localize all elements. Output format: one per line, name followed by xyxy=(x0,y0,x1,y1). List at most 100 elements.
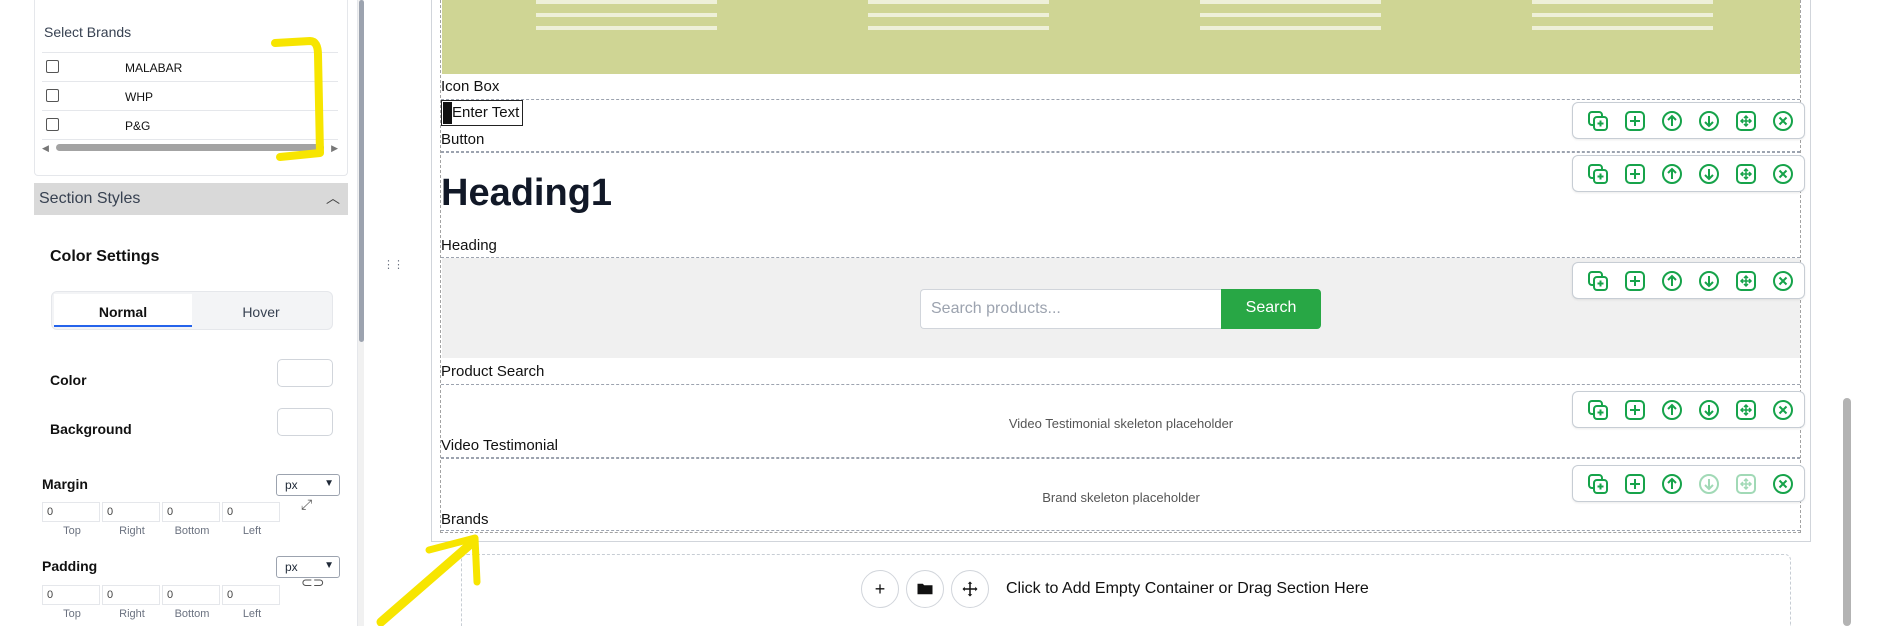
padding-top-caption: Top xyxy=(63,608,81,620)
padding-bottom-input[interactable]: 0 xyxy=(162,585,220,605)
margin-right-input[interactable]: 0 xyxy=(102,502,160,522)
add-icon[interactable] xyxy=(1622,471,1647,496)
plus-icon[interactable]: + xyxy=(861,570,899,608)
margin-inputs: 0 Top 0 Right 0 Bottom 0 Left xyxy=(42,502,282,537)
drag-move-icon[interactable] xyxy=(1733,108,1758,133)
duplicate-icon[interactable] xyxy=(1585,471,1610,496)
search-input[interactable]: Search products... xyxy=(920,289,1222,329)
tab-normal[interactable]: Normal xyxy=(54,294,192,327)
main-scrollbar[interactable] xyxy=(1840,0,1856,626)
drop-zone-text: Click to Add Empty Container or Drag Sec… xyxy=(1006,580,1369,597)
duplicate-icon[interactable] xyxy=(1585,108,1610,133)
resize-handle-icon[interactable]: ⋮⋮ xyxy=(383,258,404,271)
close-icon[interactable] xyxy=(1770,108,1795,133)
move-up-icon[interactable] xyxy=(1659,397,1684,422)
close-icon[interactable] xyxy=(1770,471,1795,496)
scroll-left-icon[interactable]: ◀ xyxy=(42,143,49,154)
brand-row[interactable]: MALABAR xyxy=(42,53,338,82)
skeleton-line xyxy=(868,0,1049,4)
brand-name: MALABAR xyxy=(125,61,183,75)
close-icon[interactable] xyxy=(1770,268,1795,293)
padding-left-input[interactable]: 0 xyxy=(222,585,280,605)
drag-move-icon[interactable] xyxy=(1733,397,1758,422)
skeleton-line xyxy=(1532,13,1713,17)
brand-checkbox[interactable] xyxy=(46,60,59,73)
duplicate-icon[interactable] xyxy=(1585,161,1610,186)
add-icon[interactable] xyxy=(1622,397,1647,422)
move-up-icon[interactable] xyxy=(1659,108,1684,133)
icon-box-label: Icon Box xyxy=(441,78,500,95)
search-button[interactable]: Search xyxy=(1221,289,1321,329)
duplicate-icon[interactable] xyxy=(1585,268,1610,293)
duplicate-icon[interactable] xyxy=(1585,397,1610,422)
section-toolbar xyxy=(1572,391,1805,428)
move-down-icon[interactable] xyxy=(1696,471,1721,496)
heading-label: Heading xyxy=(441,237,497,254)
skeleton-line xyxy=(1532,26,1713,30)
button-label: Button xyxy=(441,131,485,148)
margin-unit-value: px xyxy=(285,478,298,492)
move-icon[interactable] xyxy=(951,570,989,608)
drag-move-icon[interactable] xyxy=(1733,161,1758,186)
margin-bottom-caption: Bottom xyxy=(174,525,210,537)
background-label: Background xyxy=(50,421,132,437)
background-picker[interactable] xyxy=(277,408,333,436)
section-styles-header[interactable]: Section Styles ︿ xyxy=(34,183,348,215)
margin-left-input[interactable]: 0 xyxy=(222,502,280,522)
close-icon[interactable] xyxy=(1770,161,1795,186)
heading-text[interactable]: Heading1 xyxy=(441,172,612,215)
brand-row[interactable]: P&G xyxy=(42,111,338,140)
margin-bottom-input[interactable]: 0 xyxy=(162,502,220,522)
margin-top-caption: Top xyxy=(63,525,81,537)
padding-inputs: 0 Top 0 Right 0 Bottom 0 Left xyxy=(42,585,282,620)
skeleton-line xyxy=(1200,26,1381,30)
sidebar-scroll-thumb[interactable] xyxy=(359,0,364,342)
move-up-icon[interactable] xyxy=(1659,471,1684,496)
main-scroll-thumb[interactable] xyxy=(1843,398,1851,626)
margin-unit-select[interactable]: px ▼ xyxy=(276,474,340,496)
brand-row[interactable]: WHP xyxy=(42,82,338,111)
move-down-icon[interactable] xyxy=(1696,268,1721,293)
unlink-toggle-icon[interactable]: ⊂⊃ xyxy=(301,574,324,591)
product-search-label: Product Search xyxy=(441,363,545,380)
padding-bottom-caption: Bottom xyxy=(174,608,210,620)
section-styles-title: Section Styles xyxy=(39,190,141,207)
drag-move-icon[interactable] xyxy=(1733,471,1758,496)
padding-unit-value: px xyxy=(285,560,298,574)
close-icon[interactable] xyxy=(1770,397,1795,422)
skeleton-line xyxy=(536,13,717,17)
state-tabs: Normal Hover xyxy=(51,291,333,330)
chevron-up-icon[interactable]: ︿ xyxy=(326,188,340,208)
scroll-right-icon[interactable]: ▶ xyxy=(331,143,338,154)
skeleton-line xyxy=(868,26,1049,30)
skeleton-line xyxy=(868,13,1049,17)
move-down-icon[interactable] xyxy=(1696,161,1721,186)
padding-top-input[interactable]: 0 xyxy=(42,585,100,605)
brand-checkbox[interactable] xyxy=(46,118,59,131)
add-icon[interactable] xyxy=(1622,161,1647,186)
move-up-icon[interactable] xyxy=(1659,268,1684,293)
sidebar-scrollbar[interactable] xyxy=(358,0,364,626)
drag-move-icon[interactable] xyxy=(1733,268,1758,293)
move-down-icon[interactable] xyxy=(1696,397,1721,422)
brand-table: MALABAR WHP P&G xyxy=(42,52,338,140)
horizontal-scrollbar[interactable]: ◀ ▶ xyxy=(42,142,338,154)
link-toggle-icon[interactable]: ⤢ xyxy=(301,496,312,513)
add-icon[interactable] xyxy=(1622,268,1647,293)
padding-right-caption: Right xyxy=(119,608,145,620)
margin-top-input[interactable]: 0 xyxy=(42,502,100,522)
tab-hover[interactable]: Hover xyxy=(192,294,330,327)
scroll-thumb[interactable] xyxy=(56,144,324,151)
padding-left-caption: Left xyxy=(242,608,262,620)
add-icon[interactable] xyxy=(1622,108,1647,133)
color-settings-title: Color Settings xyxy=(50,248,160,265)
enter-text-button[interactable]: Enter Text xyxy=(441,100,523,126)
brand-checkbox[interactable] xyxy=(46,89,59,102)
move-up-icon[interactable] xyxy=(1659,161,1684,186)
folder-icon[interactable] xyxy=(906,570,944,608)
section-toolbar xyxy=(1572,465,1805,502)
skeleton-line xyxy=(1200,0,1381,4)
move-down-icon[interactable] xyxy=(1696,108,1721,133)
padding-right-input[interactable]: 0 xyxy=(102,585,160,605)
color-picker[interactable] xyxy=(277,359,333,387)
